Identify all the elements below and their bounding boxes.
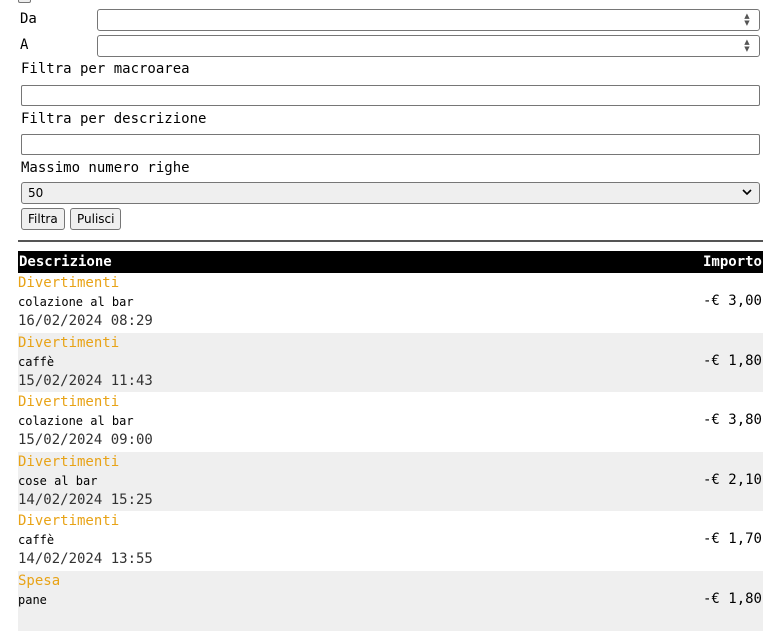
row-description: colazione al bar — [18, 295, 134, 309]
chevron-down-icon — [741, 186, 753, 201]
from-label: Da — [20, 11, 37, 27]
top-filter-row — [18, 0, 37, 4]
row-amount: -€ 1,80 — [702, 352, 762, 369]
top-checkbox[interactable] — [18, 0, 31, 3]
row-category: Divertimenti — [18, 394, 120, 411]
table-row[interactable]: Divertimenti caffè 15/02/2024 11:43 -€ 1… — [18, 332, 763, 393]
from-input[interactable]: ▲ ▼ — [97, 9, 760, 31]
description-filter-label: Filtra per descrizione — [21, 111, 207, 127]
to-label: A — [20, 37, 29, 53]
table-row[interactable]: Divertimenti colazione al bar 15/02/2024… — [18, 392, 763, 452]
table-row[interactable]: Divertimenti cose al bar 14/02/2024 15:2… — [18, 451, 763, 512]
max-rows-label: Massimo numero righe — [21, 160, 190, 176]
row-category: Divertimenti — [18, 513, 120, 530]
row-amount: -€ 1,80 — [702, 590, 762, 607]
transactions-table: Descrizione Importo Divertimenti colazio… — [18, 251, 763, 631]
table-row[interactable]: Divertimenti caffè 14/02/2024 13:55 -€ 1… — [18, 511, 763, 571]
row-date: 14/02/2024 15:25 — [18, 491, 153, 508]
to-date-row: A ▲ ▼ — [0, 35, 780, 57]
row-date: 14/02/2024 13:55 — [18, 551, 153, 568]
row-date: 15/02/2024 11:43 — [18, 372, 153, 389]
row-date: 15/02/2024 09:00 — [18, 432, 153, 449]
max-rows-value: 50 — [28, 186, 44, 200]
to-input[interactable]: ▲ ▼ — [97, 35, 760, 57]
row-category: Divertimenti — [18, 453, 120, 470]
row-date: 16/02/2024 08:29 — [18, 313, 153, 329]
macroarea-label: Filtra per macroarea — [21, 61, 190, 77]
description-filter-input[interactable] — [21, 134, 760, 155]
row-description: colazione al bar — [18, 414, 134, 429]
row-amount: -€ 2,10 — [702, 471, 762, 488]
filter-button[interactable]: Filtra — [21, 208, 65, 230]
row-amount: -€ 3,00 — [702, 293, 762, 309]
row-amount: -€ 3,80 — [702, 412, 762, 429]
row-description: cose al bar — [18, 473, 98, 488]
table-row[interactable]: Spesa pane -€ 1,80 — [18, 570, 763, 631]
row-category: Divertimenti — [18, 275, 120, 291]
row-description: caffè — [18, 354, 55, 369]
spinner-arrows-icon[interactable]: ▲ ▼ — [741, 12, 753, 28]
table-header: Descrizione Importo — [18, 251, 763, 273]
divider — [18, 240, 763, 242]
from-date-row: Da ▲ ▼ — [0, 9, 780, 31]
header-amount: Importo — [702, 254, 762, 270]
spinner-arrows-icon[interactable]: ▲ ▼ — [741, 38, 753, 54]
macroarea-input[interactable] — [21, 85, 760, 106]
clear-button[interactable]: Pulisci — [70, 208, 122, 230]
table-row[interactable]: Divertimenti colazione al bar 16/02/2024… — [18, 273, 763, 333]
header-description: Descrizione — [19, 254, 112, 270]
row-category: Spesa — [18, 572, 61, 589]
max-rows-select[interactable]: 50 — [21, 182, 760, 204]
row-amount: -€ 1,70 — [702, 531, 762, 548]
row-description: caffè — [18, 533, 55, 548]
row-category: Divertimenti — [18, 334, 120, 351]
